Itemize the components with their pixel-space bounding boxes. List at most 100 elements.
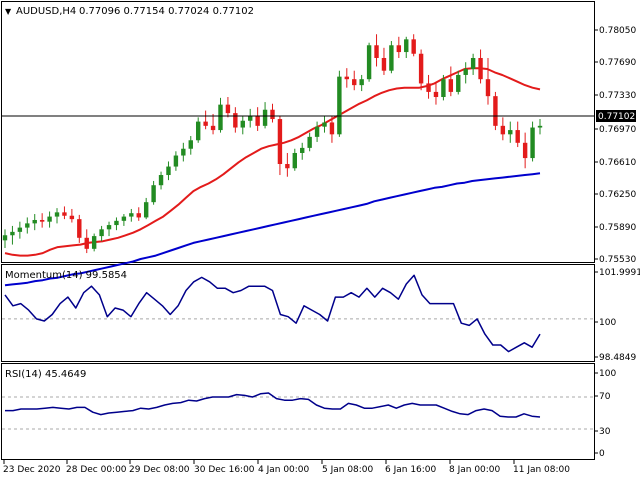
candle-body	[329, 122, 335, 135]
candle-body	[418, 53, 424, 84]
candle-body	[32, 219, 37, 224]
candle-body	[426, 83, 431, 92]
candle-body	[47, 216, 52, 222]
candle-body	[374, 45, 379, 58]
price-tick: 0.75530	[599, 255, 636, 265]
price-tick: 0.78050	[599, 26, 636, 36]
price-tick: 0.77330	[599, 91, 636, 101]
candle-body	[181, 148, 186, 156]
ohlc-values: 0.77096 0.77154 0.77024 0.77102	[79, 6, 254, 17]
candle-body	[62, 212, 67, 216]
candle-body	[270, 109, 275, 120]
candle-body	[129, 213, 134, 217]
price-tick: 0.77690	[599, 58, 636, 68]
candle-body	[456, 74, 461, 92]
candle-body	[54, 212, 60, 217]
candle-body	[307, 136, 312, 148]
rsi-tick: 30	[599, 427, 611, 437]
momentum-tick: 100	[599, 318, 616, 328]
candle-body	[136, 213, 141, 218]
candle-body	[366, 45, 372, 80]
price-axis: 0.78050 0.77690 0.77330 0.76970 0.76610 …	[595, 26, 636, 265]
momentum-axis: 101.9991 100 98.4849	[595, 268, 640, 363]
price-tick: 0.76250	[599, 190, 636, 200]
candle-body	[478, 57, 483, 80]
candle-body	[352, 79, 357, 86]
candle-body	[69, 215, 75, 220]
candle-body	[285, 164, 290, 169]
candle-body	[2, 235, 8, 241]
candle-body	[84, 237, 89, 249]
candle-body	[255, 115, 260, 126]
candle-body	[151, 185, 156, 203]
candle-body	[39, 219, 45, 222]
rsi-tick: 100	[599, 369, 616, 379]
candle-body	[433, 91, 439, 98]
candle-body	[463, 69, 468, 75]
candle-body	[240, 120, 245, 128]
rsi-axis: 100 70 30 0	[595, 369, 616, 459]
time-label: 23 Dec 2020	[3, 465, 61, 475]
candle-body	[530, 127, 535, 159]
rsi-tick: 0	[599, 449, 605, 459]
candle-body	[106, 225, 112, 230]
momentum-title: Momentum(14) 99.5854	[5, 270, 127, 281]
candle-body	[441, 79, 446, 98]
candle-body	[411, 39, 416, 54]
candle-body	[359, 79, 364, 86]
candle-body	[396, 45, 402, 53]
candle-body	[314, 126, 320, 137]
candle-body	[337, 76, 342, 135]
candle-body	[389, 45, 394, 71]
candle-body	[522, 142, 528, 159]
candle-body	[322, 122, 327, 127]
momentum-tick: 98.4849	[599, 353, 636, 363]
candle-body	[173, 155, 179, 167]
time-label: 5 Jan 08:00	[322, 465, 374, 475]
candle-body	[114, 220, 119, 226]
time-label: 30 Dec 16:00	[194, 465, 255, 475]
time-label: 29 Dec 08:00	[129, 465, 190, 475]
candle-body	[381, 57, 387, 71]
candle-body	[195, 121, 201, 141]
candle-body	[166, 166, 171, 176]
candle-body	[233, 113, 238, 128]
candle-body	[17, 227, 23, 232]
candle-body	[292, 152, 297, 169]
candle-body	[537, 125, 543, 128]
candle-body	[225, 104, 231, 114]
candle-body	[121, 216, 127, 221]
rsi-tick: 70	[599, 392, 611, 402]
candle-body	[25, 223, 30, 228]
candle-body	[300, 147, 305, 153]
candle-body	[470, 57, 476, 70]
time-label: 28 Dec 00:00	[66, 465, 127, 475]
time-label: 11 Jan 08:00	[513, 465, 570, 475]
candle-body	[10, 231, 15, 236]
candle-body	[158, 175, 164, 186]
time-label: 8 Jan 00:00	[449, 465, 501, 475]
candle-body	[493, 96, 498, 126]
price-tick: 0.76970	[599, 125, 636, 135]
collapse-arrow-icon[interactable]: ▼	[5, 7, 12, 16]
candle-body	[77, 219, 82, 238]
candle-body	[91, 236, 97, 249]
price-tick: 0.75890	[599, 223, 636, 233]
candle-body	[344, 76, 350, 80]
price-tick: 0.76610	[599, 158, 636, 168]
candle-body	[448, 79, 454, 92]
candle-body	[203, 121, 208, 126]
time-axis: 23 Dec 2020 28 Dec 00:00 29 Dec 08:00 30…	[3, 460, 570, 475]
candle-body	[515, 130, 520, 143]
current-price-label: 0.77102	[598, 112, 635, 122]
time-label: 4 Jan 00:00	[258, 465, 310, 475]
symbol-timeframe: AUDUSD,H4	[16, 6, 76, 17]
candle-body	[500, 125, 506, 135]
candle-body	[210, 125, 216, 131]
main-chart-panel[interactable]	[1, 1, 595, 263]
trading-chart[interactable]: ▼ AUDUSD,H4 0.77096 0.77154 0.77024 0.77…	[0, 0, 640, 480]
candle-body	[262, 109, 268, 126]
candle-body	[188, 140, 193, 149]
candle-body	[485, 79, 491, 97]
candle-body	[404, 39, 409, 53]
